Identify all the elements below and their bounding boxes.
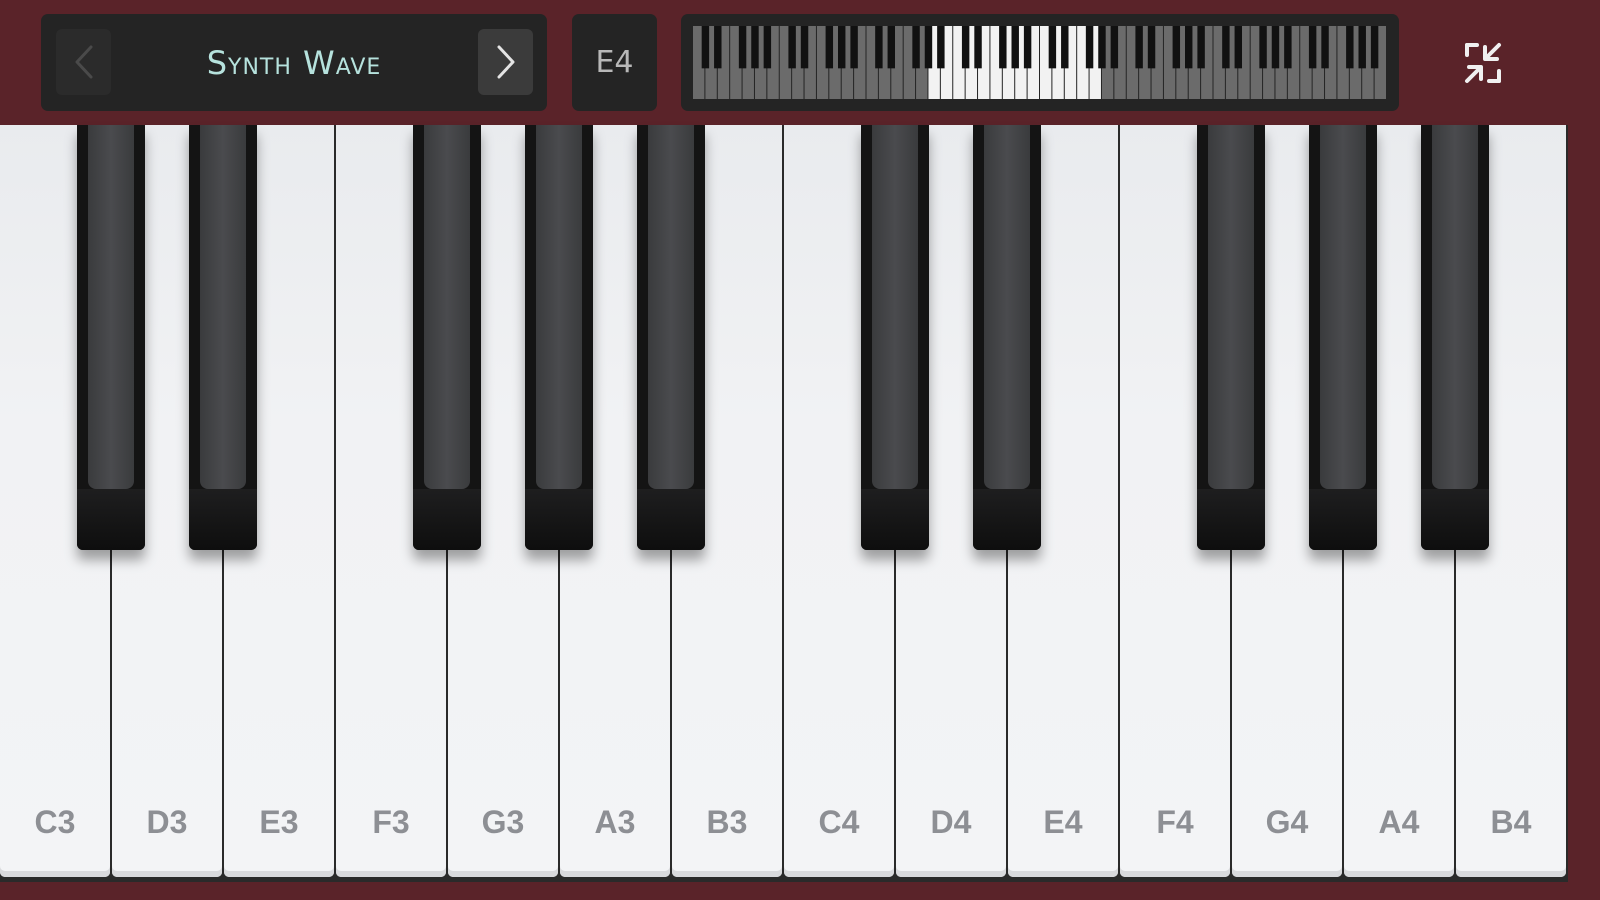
mini-black-key — [1023, 26, 1032, 69]
key-label: D3 — [146, 804, 188, 840]
collapse-arrows-icon — [1465, 43, 1501, 83]
mini-black-key — [1185, 26, 1193, 69]
black-key-dsharp4[interactable] — [973, 125, 1041, 550]
mini-black-key — [875, 26, 883, 69]
black-key-asharp3[interactable] — [637, 125, 705, 550]
key-label: C3 — [34, 804, 76, 840]
black-key-gsharp4[interactable] — [1309, 125, 1377, 550]
key-face — [1320, 125, 1366, 489]
key-lip — [1421, 489, 1489, 550]
mini-black-key — [924, 26, 933, 69]
key-label: F3 — [372, 804, 410, 840]
mini-keyboard-overview[interactable] — [693, 26, 1387, 99]
key-label: D4 — [930, 804, 972, 840]
key-lip — [861, 489, 929, 550]
next-preset-button[interactable] — [478, 29, 533, 95]
mini-black-key — [1197, 26, 1205, 69]
key-label: C4 — [818, 804, 860, 840]
mini-black-key — [738, 26, 747, 69]
black-key-dsharp3[interactable] — [189, 125, 257, 550]
key-lip — [525, 489, 593, 550]
mini-black-key — [1011, 26, 1019, 69]
key-label: A4 — [1378, 804, 1420, 840]
key-lip — [77, 489, 145, 550]
key-face — [648, 125, 694, 489]
black-key-fsharp3[interactable] — [413, 125, 481, 550]
black-key-csharp4[interactable] — [861, 125, 929, 550]
preset-selector: Synth Wave — [41, 14, 547, 111]
chevron-right-icon — [497, 45, 514, 79]
key-lip — [637, 489, 705, 550]
collapse-button[interactable] — [1455, 35, 1511, 91]
black-key-asharp4[interactable] — [1421, 125, 1489, 550]
key-lip — [973, 489, 1041, 550]
mini-black-key — [1308, 26, 1317, 69]
key-face — [424, 125, 470, 489]
mini-black-key — [825, 26, 834, 69]
mini-black-key — [1172, 26, 1181, 69]
key-face — [1432, 125, 1478, 489]
piano-keyboard: C3 D3 E3 F3 G3 A3 B3 C4 D4 E4 F4 G4 A4 B… — [0, 125, 1568, 882]
key-lip — [1197, 489, 1265, 550]
mini-black-key — [1110, 26, 1119, 69]
mini-black-key — [887, 26, 896, 69]
current-note-display: E4 — [572, 14, 657, 111]
preset-name: Synth Wave — [206, 43, 382, 82]
mini-black-key — [714, 26, 722, 69]
mini-black-key — [961, 26, 970, 69]
mini-black-key — [763, 26, 772, 69]
mini-black-key — [1061, 26, 1069, 69]
key-lip — [1309, 489, 1377, 550]
mini-black-key — [1085, 26, 1094, 69]
key-face — [200, 125, 246, 489]
mini-black-key — [788, 26, 796, 69]
key-face — [872, 125, 918, 489]
key-label: A3 — [594, 804, 636, 840]
mini-black-key — [1284, 26, 1292, 69]
key-label: E3 — [259, 804, 299, 840]
key-lip — [189, 489, 257, 550]
piano-app: Synth Wave E4 C3 D3 E3 F3 G3 A3 B3 C4 D4… — [0, 0, 1568, 882]
mini-black-key — [912, 26, 920, 69]
black-key-gsharp3[interactable] — [525, 125, 593, 550]
mini-black-key — [838, 26, 846, 69]
previous-preset-button[interactable] — [56, 29, 111, 95]
key-label: B4 — [1490, 804, 1532, 840]
key-label: E4 — [1043, 804, 1083, 840]
mini-black-key — [1135, 26, 1143, 69]
keyboard-range-navigator[interactable] — [681, 14, 1399, 111]
mini-black-key — [800, 26, 809, 69]
mini-black-key — [1346, 26, 1354, 69]
top-toolbar: Synth Wave E4 — [0, 0, 1568, 126]
mini-black-key — [1271, 26, 1280, 69]
chevron-left-icon — [75, 45, 92, 79]
key-lip — [413, 489, 481, 550]
key-label: G3 — [481, 804, 525, 840]
black-key-csharp3[interactable] — [77, 125, 145, 550]
mini-black-key — [1222, 26, 1230, 69]
mini-black-key — [999, 26, 1007, 69]
key-face — [536, 125, 582, 489]
mini-black-key — [1048, 26, 1057, 69]
mini-black-key — [701, 26, 710, 69]
key-face — [88, 125, 134, 489]
black-key-fsharp4[interactable] — [1197, 125, 1265, 550]
mini-black-key — [1234, 26, 1243, 69]
key-label: B3 — [706, 804, 748, 840]
mini-black-key — [1370, 26, 1379, 69]
key-face — [1208, 125, 1254, 489]
mini-black-key — [974, 26, 982, 69]
mini-black-key — [937, 26, 945, 69]
mini-black-key — [1321, 26, 1329, 69]
mini-black-key — [850, 26, 858, 69]
key-face — [984, 125, 1030, 489]
mini-black-key — [1098, 26, 1106, 69]
key-label: F4 — [1156, 804, 1194, 840]
mini-black-key — [1147, 26, 1156, 69]
mini-black-key — [1259, 26, 1267, 69]
mini-black-key — [1358, 26, 1366, 69]
mini-black-key — [751, 26, 759, 69]
key-label: G4 — [1265, 804, 1309, 840]
